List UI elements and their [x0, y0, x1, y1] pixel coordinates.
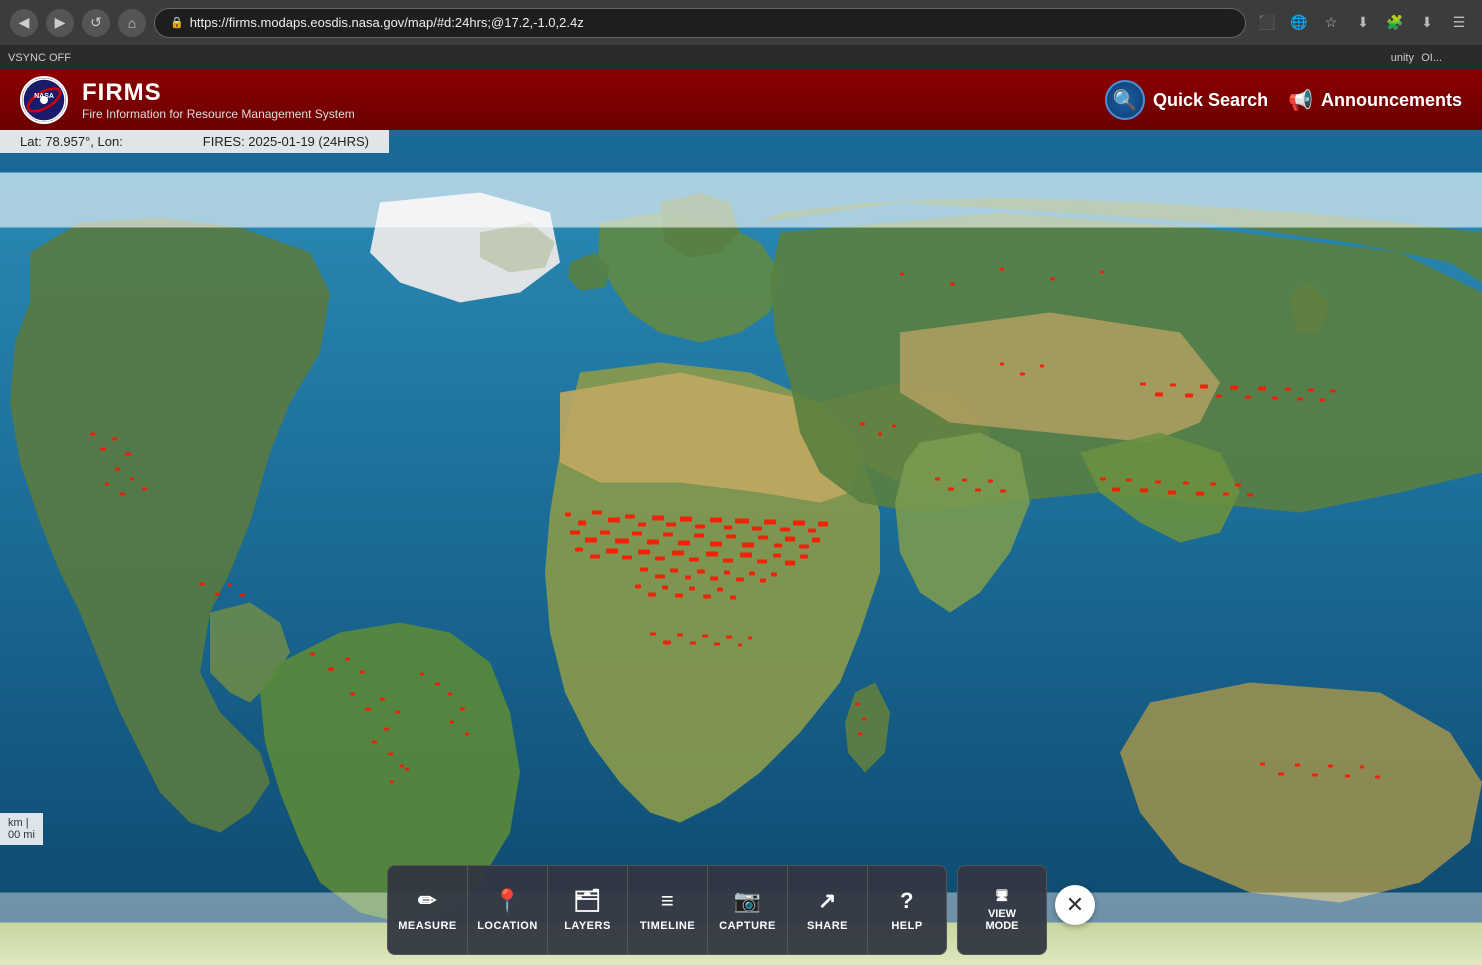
- lock-icon: 🔒: [170, 16, 184, 29]
- bottom-toolbar: ✏ MEASURE 📍 LOCATION 🗂 LAYERS ≡ TIMELINE…: [0, 855, 1482, 965]
- quick-search-button[interactable]: 🔍 Quick Search: [1105, 80, 1268, 120]
- view-mode-label: VIEW MODE: [986, 908, 1019, 932]
- timeline-label: TIMELINE: [640, 920, 695, 932]
- update-btn[interactable]: ⬇: [1414, 10, 1440, 36]
- firms-title-block: FIRMS Fire Information for Resource Mana…: [82, 79, 1105, 121]
- firms-header: NASA FIRMS Fire Information for Resource…: [0, 70, 1482, 130]
- bookmark-btn[interactable]: ☆: [1318, 10, 1344, 36]
- quick-search-icon: 🔍: [1105, 80, 1145, 120]
- status-bar: VSYNC OFF unity OI...: [0, 45, 1482, 70]
- fires-date-text: FIRES: 2025-01-19 (24HRS): [203, 134, 369, 149]
- close-icon: ✕: [1066, 892, 1084, 918]
- url-bar[interactable]: 🔒 https://firms.modaps.eosdis.nasa.gov/m…: [154, 8, 1246, 38]
- menu-btn[interactable]: ☰: [1446, 10, 1472, 36]
- map-container[interactable]: Lat: 78.957°, Lon: FIRES: 2025-01-19 (24…: [0, 130, 1482, 965]
- coord-bar: Lat: 78.957°, Lon: FIRES: 2025-01-19 (24…: [0, 130, 389, 153]
- home-button[interactable]: ⌂: [118, 9, 146, 37]
- translate-btn[interactable]: 🌐: [1286, 10, 1312, 36]
- capture-button[interactable]: 📷 CAPTURE: [707, 865, 787, 955]
- extension-btn[interactable]: 🧩: [1382, 10, 1408, 36]
- browser-actions: ⬛ 🌐 ☆ ⬇ 🧩 ⬇ ☰: [1254, 10, 1472, 36]
- scale-mi: 00 mi: [8, 829, 35, 841]
- lat-lon-text: Lat: 78.957°, Lon:: [20, 134, 123, 149]
- capture-label: CAPTURE: [719, 920, 776, 932]
- announcements-button[interactable]: 📢 Announcements: [1288, 88, 1462, 113]
- location-icon: 📍: [494, 888, 522, 914]
- location-button[interactable]: 📍 LOCATION: [467, 865, 547, 955]
- layers-icon: 🗂: [573, 888, 601, 914]
- nasa-logo: NASA: [20, 76, 68, 124]
- announcements-label: Announcements: [1321, 90, 1462, 111]
- reload-button[interactable]: ↺: [82, 9, 110, 37]
- firms-subtitle: Fire Information for Resource Management…: [82, 107, 1105, 121]
- ol-label: OI...: [1421, 52, 1442, 64]
- layers-button[interactable]: 🗂 LAYERS: [547, 865, 627, 955]
- scale-bar: km | 00 mi: [0, 813, 43, 845]
- view-mode-icon: 🖥: [995, 889, 1009, 902]
- firms-title: FIRMS: [82, 79, 1105, 107]
- capture-icon: 📷: [734, 888, 762, 914]
- url-text: https://firms.modaps.eosdis.nasa.gov/map…: [190, 15, 584, 30]
- share-label: SHARE: [807, 920, 848, 932]
- vsync-label: VSYNC OFF: [8, 52, 71, 64]
- community-label: unity: [1391, 52, 1414, 64]
- scale-km: km |: [8, 817, 35, 829]
- location-label: LOCATION: [477, 920, 538, 932]
- help-label: HELP: [891, 920, 922, 932]
- quick-search-label: Quick Search: [1153, 90, 1268, 111]
- timeline-button[interactable]: ≡ TIMELINE: [627, 865, 707, 955]
- measure-icon: ✏: [418, 888, 437, 914]
- close-button[interactable]: ✕: [1055, 885, 1095, 925]
- measure-button[interactable]: ✏ MEASURE: [387, 865, 467, 955]
- timeline-icon: ≡: [661, 888, 674, 914]
- world-map: [0, 130, 1482, 965]
- back-button[interactable]: ◀: [10, 9, 38, 37]
- help-icon: ?: [900, 888, 914, 914]
- screenshot-btn[interactable]: ⬛: [1254, 10, 1280, 36]
- download-btn[interactable]: ⬇: [1350, 10, 1376, 36]
- share-icon: ↗: [818, 888, 837, 914]
- header-buttons: 🔍 Quick Search 📢 Announcements: [1105, 80, 1462, 120]
- help-button[interactable]: ? HELP: [867, 865, 947, 955]
- browser-chrome: ◀ ▶ ↺ ⌂ 🔒 https://firms.modaps.eosdis.na…: [0, 0, 1482, 45]
- announcements-icon: 📢: [1288, 88, 1313, 113]
- measure-label: MEASURE: [398, 920, 457, 932]
- forward-button[interactable]: ▶: [46, 9, 74, 37]
- layers-label: LAYERS: [564, 920, 611, 932]
- view-mode-button[interactable]: 🖥 VIEW MODE: [957, 865, 1047, 955]
- share-button[interactable]: ↗ SHARE: [787, 865, 867, 955]
